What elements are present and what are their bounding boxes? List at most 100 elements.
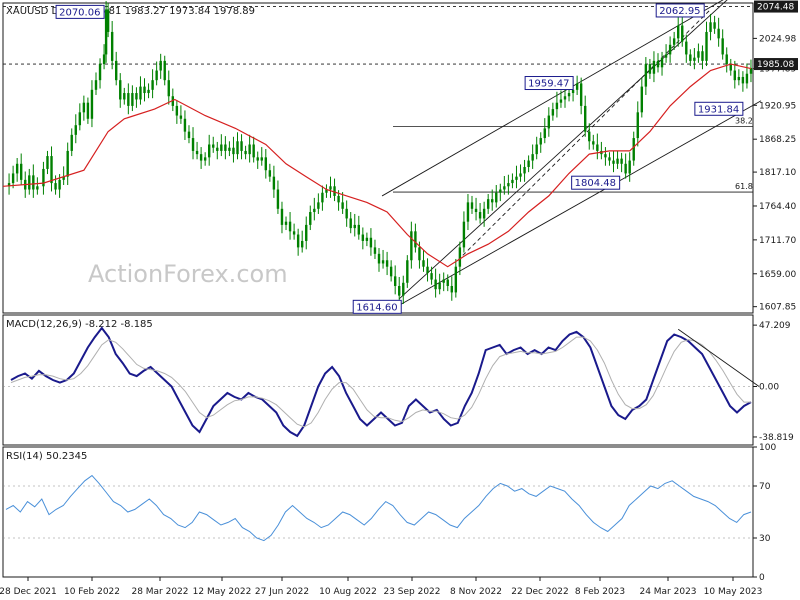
price-candle-body [579,83,583,106]
price-candle-body [592,141,595,145]
price-candle-body [434,279,437,290]
price-candle-body [656,60,660,68]
price-candle-body [199,154,203,161]
macd-panel-frame [2,314,754,446]
price-candle-body [604,154,607,158]
price-candle-body [292,231,296,235]
price-candle-body [491,199,494,203]
price-candle-body [503,186,506,190]
price-candle-body [248,144,251,155]
price-candle-body [389,266,393,277]
price-candle-body [543,128,546,139]
rsi-header: RSI(14) 50.2345 [6,451,87,462]
price-candle-body [373,247,377,254]
price-candle-body [333,186,336,196]
fib-level-label: 61.8 [735,182,753,191]
price-candle-body [74,125,77,135]
price-candle-body [632,138,635,161]
price-annotation: 1804.48 [571,175,621,190]
x-tick-label: 8 Feb 2023 [575,587,625,597]
price-candle-body [681,25,684,42]
price-candle-body [527,160,530,168]
price-tag: 1985.08 [754,58,798,71]
price-candle-body [203,157,207,161]
price-candle-body [398,285,401,296]
price-candle-body [345,208,348,219]
price-candle-body [511,179,514,184]
price-candle-body [280,208,284,225]
price-candle-body [701,51,704,61]
x-tick-label: 8 Nov 2022 [450,587,502,597]
price-candle-body [305,224,308,241]
price-candle-body [438,282,441,290]
price-candle-body [402,282,405,296]
price-candle-body [228,147,231,151]
price-candle-body [353,224,356,229]
price-candle-body [499,189,502,193]
price-annotation-label: 1931.84 [698,104,739,115]
price-y-tick-label: 2024.98 [759,34,796,44]
price-candle-body [636,112,639,139]
price-candle-body [212,144,215,148]
price-candle-body [313,208,316,213]
price-candle-body [369,237,373,248]
price-candle-body [175,105,179,116]
price-annotation-label: 1614.60 [356,302,397,313]
price-annotation-label: 1959.47 [528,79,569,90]
price-candle-body [195,150,199,155]
price-candle-body [147,89,150,94]
price-candle-body [119,80,122,100]
price-candle-body [36,186,39,190]
price-candle-body [596,144,599,151]
price-candle-body [450,285,453,293]
price-candle-body [11,173,15,184]
price-y-tick-label: 1868.25 [759,135,796,145]
price-annotation: 1959.47 [524,76,574,91]
price-candle-body [216,147,219,151]
price-candle-body [466,202,470,222]
price-tag-label: 2074.48 [757,3,794,13]
price-candle-body [482,208,486,219]
price-candle-body [567,93,571,97]
price-candle-body [207,144,211,158]
price-candle-body [155,70,158,81]
price-candle-body [660,57,664,68]
price-candle-body [620,158,623,164]
price-candle-body [264,157,268,171]
price-candle-body [179,115,183,119]
price-candle-body [50,156,53,184]
price-candle-body [709,22,712,32]
price-candle-body [422,260,425,267]
price-candle-body [309,212,312,225]
rsi-panel-frame [2,446,754,578]
price-candle-body [256,157,259,161]
price-candle-body [341,202,344,209]
price-candle-body [385,260,389,267]
x-tick-label: 28 Dec 2021 [0,587,57,597]
price-candle-body [220,144,223,151]
price-candle-body [515,176,518,180]
price-candle-body [725,54,728,65]
price-candle-body [240,141,243,151]
price-candle-body [288,221,292,232]
x-tick-label: 27 Jun 2022 [255,587,309,597]
price-candle-body [94,80,98,90]
price-candle-body [733,70,737,81]
price-annotation: 2070.06 [55,4,105,19]
price-candle-body [414,231,417,248]
price-candle-body [454,266,458,293]
x-tick-label: 12 May 2022 [193,587,252,597]
price-candle-body [668,44,672,55]
price-candle-body [418,247,421,261]
price-candle-body [276,189,280,209]
price-y-tick-label: 1659.00 [759,270,796,280]
price-candle-body [531,154,534,161]
price-candle-body [54,183,57,190]
price-candle-body [458,247,462,267]
watermark: ActionForex.com [88,260,288,288]
price-annotation-label: 1804.48 [575,178,616,189]
price-candle-body [151,80,154,90]
price-candle-body [616,158,619,164]
price-candle-body [349,218,352,229]
price-candle-body [70,134,73,151]
